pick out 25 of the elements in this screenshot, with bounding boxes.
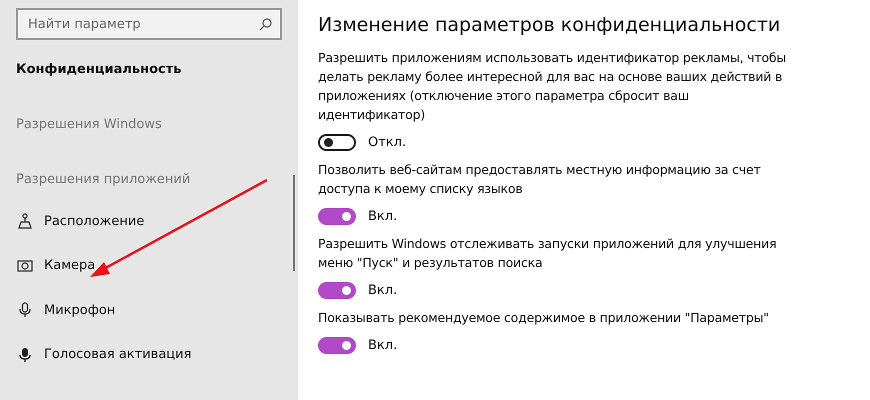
toggle-state-label: Вкл. [368, 282, 398, 298]
nav-item[interactable]: Камера [16, 244, 298, 288]
setting-description: Показывать рекомендуемое содержимое в приложении "Параметры" [318, 309, 770, 327]
toggle-state-label: Вкл. [368, 208, 398, 224]
section-title: Конфиденциальность [16, 62, 182, 77]
group-heading: Разрешения приложений [16, 172, 192, 187]
scrollbar[interactable] [293, 175, 295, 271]
group-heading: Разрешения Windows [16, 117, 163, 132]
toggle-switch[interactable] [318, 336, 356, 354]
setting-description: Разрешить Windows отслеживать запуски приложений для улучшения меню "Пуск" и результатов поиска [318, 235, 778, 272]
setting-description: Позволить веб-сайтам предоставлять местную информацию за счет доступа к моему списку языков [318, 161, 762, 198]
search-field[interactable]: Найти параметр [16, 8, 282, 40]
nav-item[interactable]: Голосовая активация [16, 332, 298, 377]
toggle-switch[interactable] [318, 134, 356, 150]
toggle-state-label: Вкл. [368, 338, 398, 352]
toggle-switch[interactable] [318, 208, 356, 224]
search-icon [259, 18, 272, 31]
toggle-state-label: Откл. [368, 134, 406, 150]
setting-description: Разрешить приложениям использовать идентификатор рекламы, чтобы делать рекламу более интересной для вас на основе ваших действий в приложениях (отключение этого параметра сбросит ваш идентификатор) [318, 49, 788, 124]
page-title: Изменение параметров конфиденциальности [318, 14, 782, 36]
camera-icon [16, 259, 34, 272]
nav-item[interactable]: Расположение [16, 199, 298, 244]
toggle-switch[interactable] [318, 282, 356, 298]
person-pin-icon [16, 213, 34, 230]
nav-item[interactable]: Микрофон [16, 288, 298, 332]
